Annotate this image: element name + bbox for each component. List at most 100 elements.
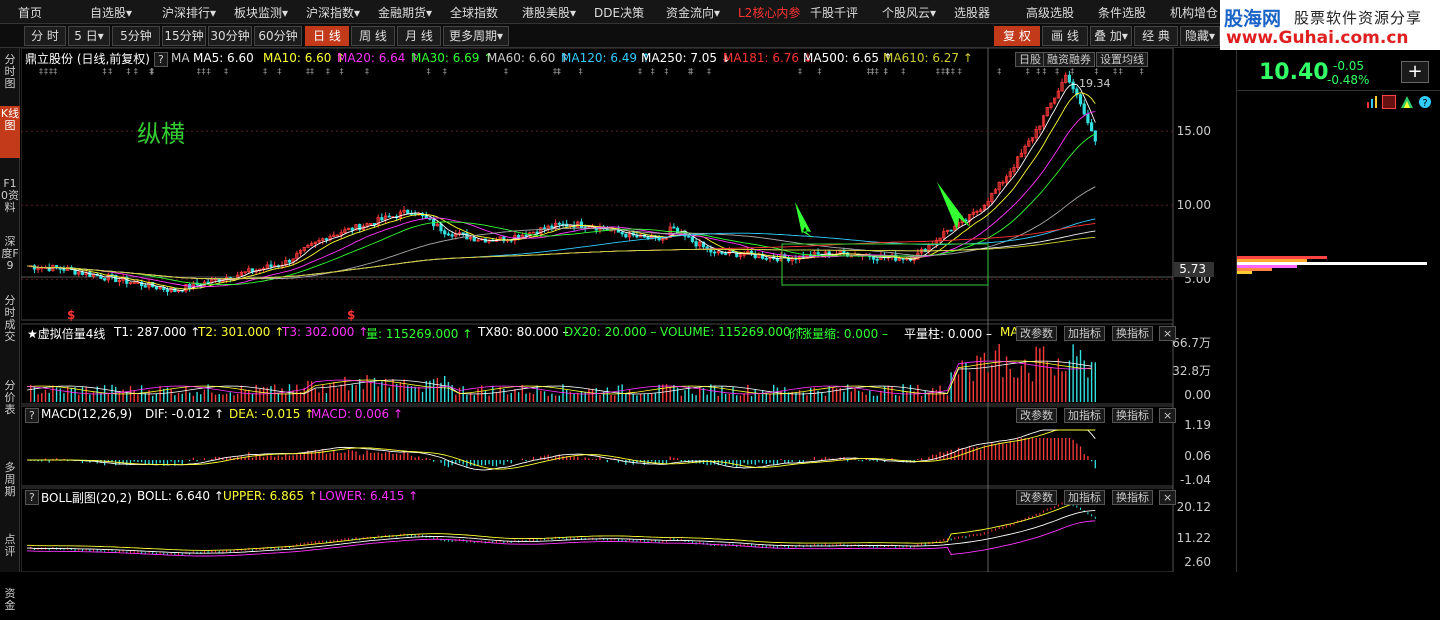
macd_panel-item-1: DEA: -0.015 ↑ [229,407,315,421]
bar-chart-icon[interactable] [1367,96,1377,108]
menu-item-8[interactable]: DDE决策 [594,4,644,21]
period-tab-3[interactable]: 15分钟 [162,26,206,46]
event-marker: ‡ [707,67,711,76]
boll_panel-button-3[interactable]: × [1159,490,1177,505]
menu-item-5[interactable]: 金融期货▾ [378,4,432,21]
candle-body [620,231,624,235]
event-marker: ‡ [884,67,888,76]
menu-item-1[interactable]: 自选股▾ [90,4,132,21]
main-chart-button-2[interactable]: 设置均线 [1096,52,1148,67]
left-tab-3[interactable]: 深度F9 [0,234,20,278]
boll_panel-help-button[interactable]: ? [25,490,39,505]
macd_panel-button-1[interactable]: 加指标 [1064,408,1105,423]
candle-body [443,230,447,235]
volume_panel-title[interactable]: ★虚拟倍量4线 [27,325,105,342]
toolbar-right-button-0[interactable]: 复 权 [994,26,1040,46]
main-chart-button-0[interactable]: 日股 [1015,52,1045,67]
menu-item-6[interactable]: 全球指数 [450,4,498,21]
period-tab-0[interactable]: 分 时 [24,26,66,46]
period-tab-8[interactable]: 月 线 [397,26,441,46]
event-marker: ‡ [201,67,205,76]
macd_panel-help-button[interactable]: ? [25,408,39,423]
price-y-tick: 15.00 [1177,124,1211,138]
boll_panel-button-0[interactable]: 改参数 [1016,490,1057,505]
period-tab-4[interactable]: 30分钟 [208,26,252,46]
menu-item-2[interactable]: 沪深排行▾ [162,4,216,21]
period-tab-7[interactable]: 周 线 [351,26,395,46]
event-marker: ‡ [207,67,211,76]
menu-item-15[interactable]: 条件选股 [1098,4,1146,21]
chart-area[interactable]: 15.00 10.00 5.00 纵横 19.34 $ $5.73 ‡ ‡ ‡ ‡ ‡ ‡ ‡ ‡ ‡ ‡ ‡ ‡ ‡… [20,47,1233,573]
event-marker: ‡ [664,67,668,76]
boll_panel-button-2[interactable]: 换指标 [1112,490,1153,505]
macd_panel-title[interactable]: MACD(12,26,9) [41,407,132,421]
menu-item-11[interactable]: 千股千评 [810,4,858,21]
volume-y-tick: 0.00 [1184,388,1211,402]
menu-item-4[interactable]: 沪深指数▾ [306,4,360,21]
ma-legend-0: MA [171,51,190,65]
volume_panel-button-2[interactable]: 换指标 [1112,326,1153,341]
menu-item-13[interactable]: 选股器 [954,4,990,21]
volume-profile [1237,256,1427,274]
tools-icon[interactable] [1400,95,1414,109]
watermark-logo: 股海网 股票软件资源分享 www.Guhai.com.cn [1220,0,1440,50]
period-tab-2[interactable]: 5分钟 [112,26,160,46]
toolbar-right-button-1[interactable]: 画 线 [1042,26,1088,46]
left-tab-6[interactable]: 多周期 [0,460,20,504]
left-tab-8[interactable]: 资金 [0,586,20,620]
menu-item-14[interactable]: 高级选股 [1026,4,1074,21]
menu-item-9[interactable]: 资金流向▾ [666,4,720,21]
candle-body [439,223,443,232]
menu-item-16[interactable]: 机构增仓 [1170,4,1218,21]
macd_panel-button-0[interactable]: 改参数 [1016,408,1057,423]
left-tab-4[interactable]: 分时成交 [0,293,20,349]
macd_panel-button-3[interactable]: × [1159,408,1177,423]
ma-help-button[interactable]: ? [154,52,168,67]
candle-body [735,251,739,257]
event-marker: ‡ [127,67,131,76]
toolbar-right-button-4[interactable]: 隐藏▾ [1180,26,1220,46]
boll_panel-title[interactable]: BOLL副图(20,2) [41,489,132,506]
last-price: 10.40 [1259,60,1329,85]
toolbar-right-button-2[interactable]: 叠 加▾ [1090,26,1132,46]
left-tab-7[interactable]: 点评 [0,532,20,568]
menu-item-12[interactable]: 个股风云▾ [882,4,936,21]
candle-body [165,289,170,292]
candle-body [335,234,340,237]
menu-item-7[interactable]: 港股美股▾ [522,4,576,21]
green-arrow-2 [937,182,971,230]
boll_panel-button-1[interactable]: 加指标 [1064,490,1105,505]
candle-body [624,233,628,238]
period-tab-1[interactable]: 5 日▾ [68,26,110,46]
ma-legend-2: MA10: 6.60 ↑ [263,51,346,65]
volume_panel-button-0[interactable]: 改参数 [1016,326,1057,341]
ma-legend-8: MA181: 6.76 ↓ [723,51,813,65]
add-watchlist-button[interactable]: + [1401,61,1429,83]
candle-body [132,282,136,284]
panel-title[interactable]: 鼎立股份 (日线,前复权) [25,50,150,67]
menu-item-10[interactable]: L2核心内参 [738,4,800,21]
macd_panel-button-2[interactable]: 换指标 [1112,408,1153,423]
event-marker: ‡ [689,67,693,76]
period-tab-9[interactable]: 更多周期▾ [443,26,509,46]
menu-item-0[interactable]: 首页 [18,4,42,21]
period-tab-5[interactable]: 60分钟 [254,26,302,46]
left-tab-2[interactable]: F10资料 [0,176,20,220]
period-tab-6[interactable]: 日 线 [305,26,349,46]
left-tab-1[interactable]: K线图 [0,106,20,158]
left-tab-0[interactable]: 分时图 [0,52,20,104]
event-marker: ‡ [365,67,369,76]
price-change: -0.05 [1333,59,1365,73]
volume_panel-button-1[interactable]: 加指标 [1064,326,1105,341]
event-marker: ‡ [149,67,153,76]
menu-item-3[interactable]: 板块监测▾ [234,4,288,21]
help-icon[interactable]: ? [1418,95,1432,109]
left-tab-5[interactable]: 分价表 [0,378,20,430]
flag-icon[interactable] [1382,95,1396,109]
volume_panel-item-7: 价涨量缩: 0.000 – [788,327,889,341]
main-chart-button-1[interactable]: 融资融券 [1043,52,1095,67]
toolbar-right-button-3[interactable]: 经 典 [1134,26,1178,46]
ma-line-5 [27,218,1096,280]
candle-body [80,271,85,275]
volume_panel-button-3[interactable]: × [1159,326,1177,341]
